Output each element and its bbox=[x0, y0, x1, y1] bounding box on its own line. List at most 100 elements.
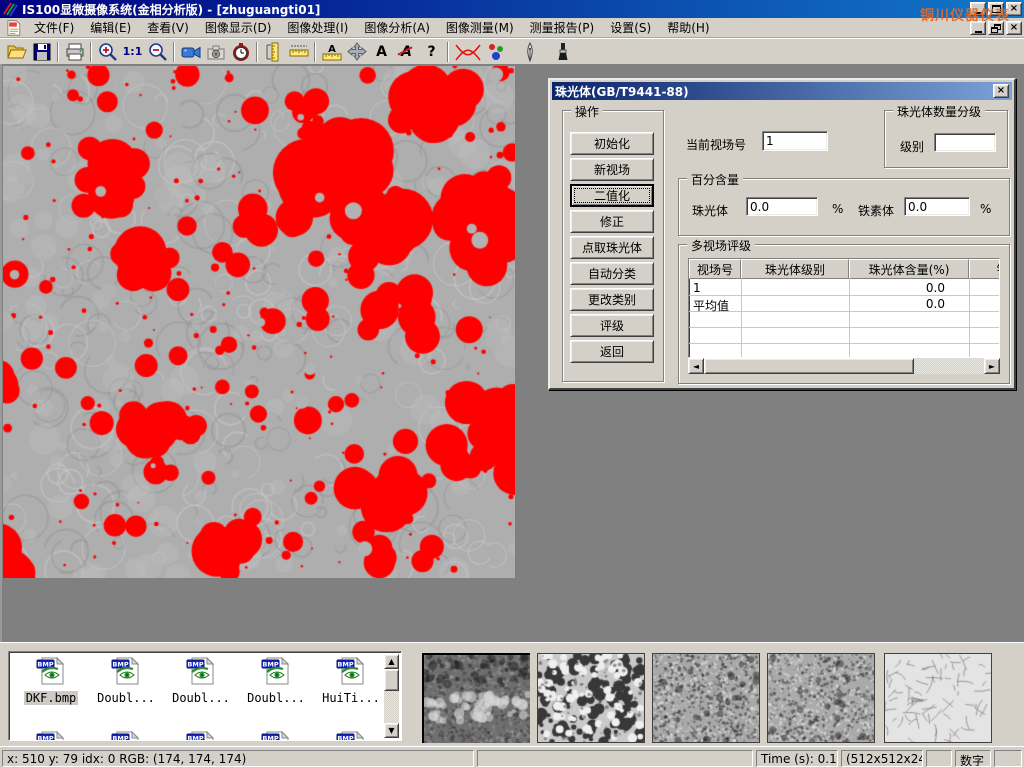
actual-size-label: 1:1 bbox=[123, 45, 143, 58]
thumbnail-2[interactable] bbox=[537, 653, 645, 743]
table-row-1-pearlite[interactable]: 0.0 bbox=[849, 281, 969, 295]
scroll-down-icon[interactable]: ▼ bbox=[384, 723, 399, 738]
percent-group-label: 百分含量 bbox=[687, 171, 743, 188]
app-icon bbox=[2, 1, 18, 17]
thumbnail-5[interactable] bbox=[884, 653, 992, 743]
measure-text-button[interactable]: A bbox=[319, 40, 344, 64]
pearlite-label: 珠光体 bbox=[692, 202, 728, 219]
bmp-file-icon bbox=[110, 730, 142, 741]
operations-group-label: 操作 bbox=[571, 103, 603, 120]
classify-dots-button[interactable] bbox=[484, 40, 509, 64]
menu-file[interactable]: 文件(F) bbox=[26, 17, 82, 38]
table-row-2-field[interactable]: 平均值 bbox=[693, 297, 729, 314]
initialize-button[interactable]: 初始化 bbox=[570, 132, 654, 155]
brush-tool-button[interactable] bbox=[550, 40, 575, 64]
timer-button[interactable] bbox=[228, 40, 253, 64]
file-item-partial[interactable] bbox=[90, 730, 162, 741]
save-icon[interactable] bbox=[29, 40, 54, 64]
file-item-doubl-1[interactable]: Doubl... bbox=[90, 656, 162, 705]
file-item-doubl-3[interactable]: Doubl... bbox=[240, 656, 312, 705]
table-horizontal-scrollbar[interactable]: ◄ ► bbox=[688, 358, 1000, 374]
horizontal-ruler-button[interactable] bbox=[286, 40, 311, 64]
pick-pearlite-button[interactable]: 点取珠光体 bbox=[570, 236, 654, 259]
binarize-button[interactable]: 二值化 bbox=[570, 184, 654, 207]
correct-button[interactable]: 修正 bbox=[570, 210, 654, 233]
ferrite-label: 铁素体 bbox=[858, 202, 894, 219]
rate-button[interactable]: 评级 bbox=[570, 314, 654, 337]
curve-tool-button[interactable] bbox=[452, 40, 484, 64]
file-item-partial[interactable] bbox=[165, 730, 237, 741]
status-spacer-3 bbox=[994, 750, 1022, 767]
scrollbar-thumb[interactable] bbox=[384, 669, 399, 691]
text-annotation-button[interactable]: A bbox=[369, 40, 394, 64]
return-button[interactable]: 返回 bbox=[570, 340, 654, 363]
open-button[interactable] bbox=[4, 40, 29, 64]
change-class-button[interactable]: 更改类别 bbox=[570, 288, 654, 311]
pearlite-percent-input[interactable] bbox=[746, 197, 818, 216]
menu-edit[interactable]: 编辑(E) bbox=[82, 17, 139, 38]
styled-text-button[interactable]: A bbox=[394, 40, 419, 64]
current-field-input[interactable] bbox=[762, 131, 828, 151]
bmp-file-icon bbox=[260, 656, 292, 686]
bmp-file-icon bbox=[335, 730, 367, 741]
file-item-label: DKF.bmp bbox=[24, 691, 79, 705]
move-cross-icon[interactable] bbox=[344, 40, 369, 64]
file-item-partial[interactable] bbox=[240, 730, 312, 741]
menu-settings[interactable]: 设置(S) bbox=[602, 17, 659, 38]
zoom-out-button[interactable] bbox=[145, 40, 170, 64]
scroll-up-icon[interactable]: ▲ bbox=[384, 654, 399, 669]
document-icon[interactable] bbox=[4, 19, 22, 36]
file-item-dkf[interactable]: DKF.bmp bbox=[15, 656, 87, 705]
help-button[interactable]: ? bbox=[419, 40, 444, 64]
print-button[interactable] bbox=[62, 40, 87, 64]
scroll-left-icon[interactable]: ◄ bbox=[688, 358, 704, 374]
actual-size-button[interactable]: 1:1 bbox=[120, 40, 145, 64]
menu-image-processing[interactable]: 图像处理(I) bbox=[279, 17, 356, 38]
menu-image-analysis[interactable]: 图像分析(A) bbox=[356, 17, 438, 38]
toolbar: 1:1 bbox=[0, 38, 1024, 64]
bmp-file-icon bbox=[110, 656, 142, 686]
pen-tool-button[interactable] bbox=[517, 40, 542, 64]
scrollbar-track[interactable] bbox=[704, 358, 984, 374]
bmp-file-icon bbox=[335, 656, 367, 686]
table-row-1-field[interactable]: 1 bbox=[693, 281, 701, 295]
file-item-partial[interactable] bbox=[15, 730, 87, 741]
bottom-panel: DKF.bmp Doubl... Doubl... Doubl... HuiTi… bbox=[0, 642, 1024, 746]
level-input[interactable] bbox=[934, 133, 996, 152]
grading-group-label: 珠光体数量分级 bbox=[893, 103, 985, 120]
thumbnail-3[interactable] bbox=[652, 653, 760, 743]
dialog-title: 珠光体(GB/T9441-88) bbox=[555, 83, 689, 100]
capture-camera-button[interactable] bbox=[203, 40, 228, 64]
pearlite-percent-sign: % bbox=[832, 202, 843, 216]
current-field-label: 当前视场号 bbox=[686, 136, 746, 153]
file-list-scrollbar[interactable]: ▲ ▼ bbox=[384, 654, 399, 738]
file-item-huiti[interactable]: HuiTi... bbox=[315, 656, 387, 705]
menu-view[interactable]: 查看(V) bbox=[139, 17, 197, 38]
new-field-button[interactable]: 新视场 bbox=[570, 158, 654, 181]
file-item-doubl-2[interactable]: Doubl... bbox=[165, 656, 237, 705]
vertical-caliper-button[interactable] bbox=[261, 40, 286, 64]
status-mode: 数字 bbox=[955, 750, 991, 767]
table-row-2-pearlite[interactable]: 0.0 bbox=[849, 297, 969, 311]
menu-help[interactable]: 帮助(H) bbox=[659, 17, 717, 38]
auto-classify-button[interactable]: 自动分类 bbox=[570, 262, 654, 285]
dialog-title-bar[interactable]: 珠光体(GB/T9441-88) × bbox=[552, 82, 1012, 100]
thumbnail-1[interactable] bbox=[422, 653, 530, 743]
ferrite-percent-input[interactable] bbox=[904, 197, 970, 216]
pearlite-dialog: 珠光体(GB/T9441-88) × 操作 初始化 新视场 二值化 修正 点取珠… bbox=[548, 78, 1016, 390]
scrollbar-thumb[interactable] bbox=[704, 358, 914, 374]
menu-image-measure[interactable]: 图像测量(M) bbox=[438, 17, 522, 38]
dialog-close-button[interactable]: × bbox=[993, 84, 1009, 98]
scrollbar-track[interactable] bbox=[384, 669, 399, 723]
table-header-level: 珠光体级别 bbox=[741, 259, 849, 279]
zoom-in-button[interactable] bbox=[95, 40, 120, 64]
thumbnail-4[interactable] bbox=[767, 653, 875, 743]
scroll-right-icon[interactable]: ► bbox=[984, 358, 1000, 374]
status-bar: x: 510 y: 79 idx: 0 RGB: (174, 174, 174)… bbox=[0, 746, 1024, 768]
video-camera-button[interactable] bbox=[178, 40, 203, 64]
menu-measure-report[interactable]: 测量报告(P) bbox=[522, 17, 603, 38]
specimen-image[interactable] bbox=[3, 66, 515, 578]
file-item-partial[interactable] bbox=[315, 730, 387, 741]
menu-image-display[interactable]: 图像显示(D) bbox=[197, 17, 280, 38]
bmp-file-icon bbox=[260, 730, 292, 741]
